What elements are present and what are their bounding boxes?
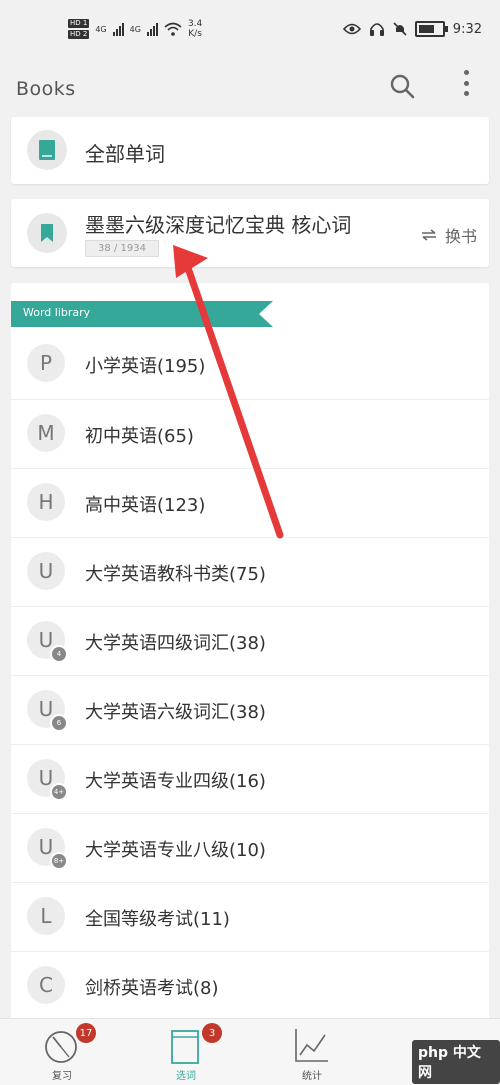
word-library-header: Word library [23, 306, 91, 319]
list-item-label: 大学英语专业四级(16) [85, 771, 266, 792]
more-menu-icon[interactable] [454, 68, 478, 98]
signal-bars-2-icon [146, 22, 158, 36]
status-right: 9:32 [342, 16, 482, 42]
swap-arrows-icon [421, 229, 436, 241]
tab-stats[interactable]: 统计 [252, 1019, 372, 1085]
list-item[interactable]: U 4 大学英语四级词汇(38) [11, 606, 489, 675]
list-item[interactable]: P 小学英语(195) [11, 330, 489, 399]
tab-review[interactable]: 17 复习 [2, 1019, 122, 1085]
list-item-label: 高中英语(123) [85, 495, 206, 516]
list-item[interactable]: L 全国等级考试(11) [11, 882, 489, 951]
tab-review-label: 复习 [52, 1071, 72, 1082]
list-item[interactable]: U 4+ 大学英语专业四级(16) [11, 744, 489, 813]
level-badge: 6 [50, 714, 68, 732]
chart-icon [295, 1029, 328, 1062]
letter-avatar: H [27, 483, 65, 521]
list-item-label: 大学英语四级词汇(38) [85, 633, 266, 654]
all-words-card[interactable]: 全部单词 [11, 117, 489, 184]
watermark-logo: php 中文网 [412, 1040, 500, 1084]
list-item[interactable]: C 剑桥英语考试(8) [11, 951, 489, 1020]
letter-avatar: U [27, 552, 65, 590]
select-count-badge: 3 [202, 1023, 222, 1043]
wifi-icon [164, 22, 182, 36]
all-words-label: 全部单词 [85, 142, 165, 166]
word-library-panel: Word library P 小学英语(195) M 初中英语(65) H 高中英语(12… [11, 283, 489, 1023]
tab-select-label: 选词 [176, 1071, 196, 1082]
sim-tag-2: HD 2 [68, 30, 90, 39]
list-item[interactable]: U 8+ 大学英语专业八级(10) [11, 813, 489, 882]
sim-tag-1: HD 1 [68, 19, 90, 28]
letter-avatar: L [27, 897, 65, 935]
level-badge: 4+ [50, 783, 68, 801]
all-words-icon-wrap [27, 130, 67, 170]
book-tab-icon [171, 1030, 199, 1064]
signal-bars-1-icon [112, 22, 124, 36]
review-count-badge: 17 [76, 1023, 96, 1043]
battery-icon [414, 21, 448, 37]
level-badge: 8+ [50, 852, 68, 870]
timer-icon [45, 1031, 77, 1063]
list-item[interactable]: U 6 大学英语六级词汇(38) [11, 675, 489, 744]
tab-stats-label: 统计 [302, 1071, 322, 1082]
list-item[interactable]: M 初中英语(65) [11, 399, 489, 468]
level-badge: 4 [50, 645, 68, 663]
book-icon [39, 140, 55, 160]
search-icon[interactable] [388, 72, 416, 100]
list-item-label: 大学英语专业八级(10) [85, 840, 266, 861]
list-item-label: 大学英语教科书类(75) [85, 564, 266, 585]
bookmark-icon [41, 224, 53, 242]
tab-select-words[interactable]: 3 选词 [126, 1019, 246, 1085]
list-item-label: 初中英语(65) [85, 426, 194, 447]
net-speed-value: 3.4 [187, 19, 203, 29]
clock: 9:32 [452, 21, 482, 37]
book-progress-badge: 38 / 1934 [85, 240, 159, 257]
status-bar: HD 1 HD 2 4G 4G 3.4 K/s 9:32 [0, 0, 500, 50]
list-item[interactable]: H 高中英语(123) [11, 468, 489, 537]
sim-tags: HD 1 HD 2 [68, 19, 90, 39]
list-item[interactable]: U 大学英语教科书类(75) [11, 537, 489, 606]
current-book-icon-wrap [27, 213, 67, 253]
list-item-label: 小学英语(195) [85, 356, 206, 377]
network-label-2: 4G [129, 24, 141, 34]
letter-avatar: C [27, 966, 65, 1004]
switch-book-label: 换书 [444, 227, 477, 246]
net-speed: 3.4 K/s [188, 19, 202, 39]
status-left: HD 1 HD 2 4G 4G 3.4 K/s [68, 14, 202, 44]
net-speed-unit: K/s [188, 29, 202, 39]
network-label-1: 4G [95, 24, 107, 34]
current-book-card[interactable]: 墨墨六级深度记忆宝典 核心词 38 / 1934 换书 [11, 199, 489, 267]
list-item-label: 剑桥英语考试(8) [85, 978, 219, 999]
list-item-label: 全国等级考试(11) [85, 909, 230, 930]
app-bar: Books [0, 50, 500, 116]
bell-muted-icon [393, 22, 407, 36]
letter-avatar: P [27, 344, 65, 382]
battery-fill [418, 25, 434, 33]
headphones-icon [369, 23, 384, 36]
page-title: Books [16, 78, 76, 100]
list-item-label: 大学英语六级词汇(38) [85, 702, 266, 723]
letter-avatar: M [27, 414, 65, 452]
switch-book-button[interactable]: 换书 [421, 223, 477, 247]
current-book-title: 墨墨六级深度记忆宝典 核心词 [85, 213, 352, 237]
eye-icon [342, 23, 361, 35]
